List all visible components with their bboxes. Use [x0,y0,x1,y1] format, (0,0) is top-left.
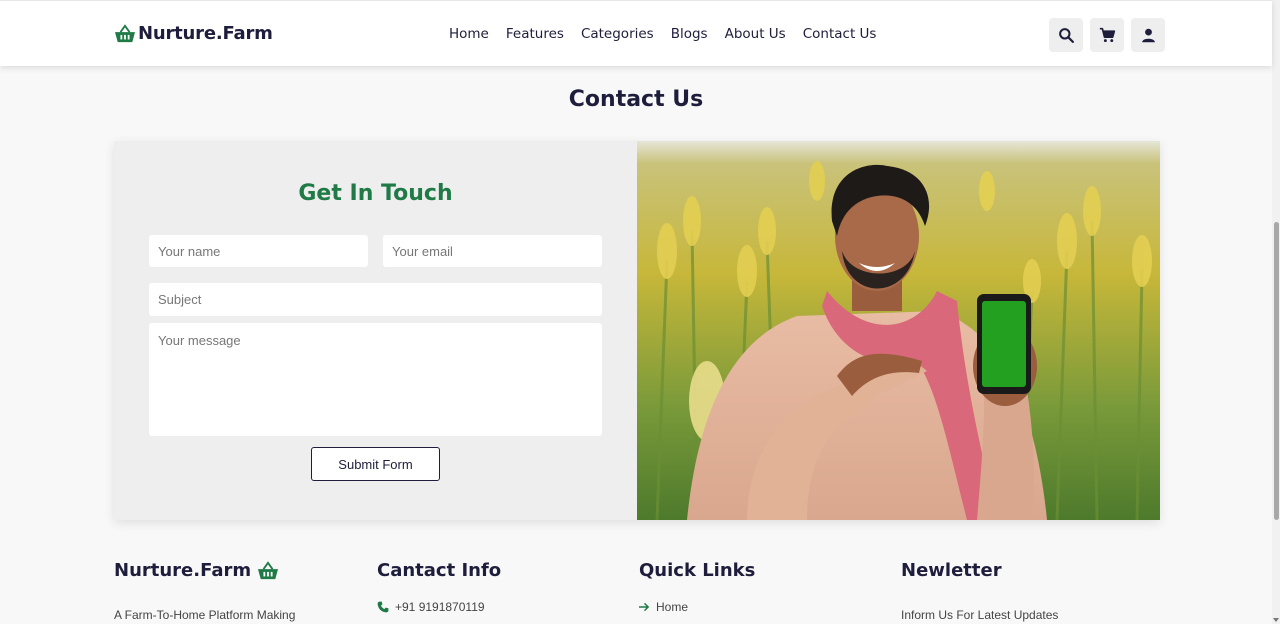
footer-link-home[interactable]: Home [639,600,688,614]
footer-about: Nurture.Farm [114,560,279,581]
arrow-right-icon [639,602,650,612]
nav-blogs[interactable]: Blogs [671,26,708,42]
contact-card: Get In Touch Submit Form [114,141,1160,520]
newsletter-heading: Newletter [901,560,1002,581]
nav-contact-us[interactable]: Contact Us [803,26,877,42]
scrollbar-thumb[interactable] [1274,222,1279,520]
scroll-down-arrow-icon[interactable] [1273,618,1279,622]
footer-newsletter: Newletter [901,560,1002,581]
footer-contact: Cantact Info [377,560,501,581]
basket-icon [115,23,135,42]
subject-input[interactable] [149,283,602,316]
submit-form-button[interactable]: Submit Form [311,447,440,481]
search-icon [1058,27,1074,43]
page-title: Contact Us [568,87,704,112]
footer-links: Quick Links [639,560,755,581]
user-icon [1141,28,1155,42]
contact-form: Get In Touch Submit Form [114,141,637,520]
phone-icon [377,601,389,613]
footer-link-label: Home [656,600,689,614]
contact-info-heading: Cantact Info [377,560,502,581]
search-button[interactable] [1049,18,1083,52]
basket-icon [258,560,279,579]
header-actions [1049,18,1165,52]
newsletter-text: Inform Us For Latest Updates [901,608,1059,622]
nav-home[interactable]: Home [449,26,489,42]
cart-button[interactable] [1090,18,1124,52]
phone-number: +91 9191870119 [395,600,485,614]
nav-features[interactable]: Features [506,26,564,42]
message-textarea[interactable] [149,323,602,436]
brand-logo[interactable]: Nurture.Farm [114,23,273,44]
nav-about-us[interactable]: About Us [725,26,786,42]
cart-icon [1099,27,1115,42]
brand-name: Nurture.Farm [138,23,273,44]
footer-brand: Nurture.Farm [114,560,252,581]
farmer-photo [637,141,1160,520]
email-input[interactable] [383,235,602,267]
nav-categories[interactable]: Categories [581,26,654,42]
account-button[interactable] [1131,18,1165,52]
name-input[interactable] [149,235,368,267]
footer-phone[interactable]: +91 9191870119 [377,600,485,614]
main-nav: Home Features Categories Blogs About Us … [449,26,876,42]
quick-links-heading: Quick Links [639,560,756,581]
get-in-touch-heading: Get In Touch [298,181,453,206]
footer-tagline: A Farm-To-Home Platform Making [114,608,296,622]
page-scrollbar[interactable] [1272,0,1280,624]
site-header: Nurture.Farm Home Features Categories Bl… [0,0,1272,66]
